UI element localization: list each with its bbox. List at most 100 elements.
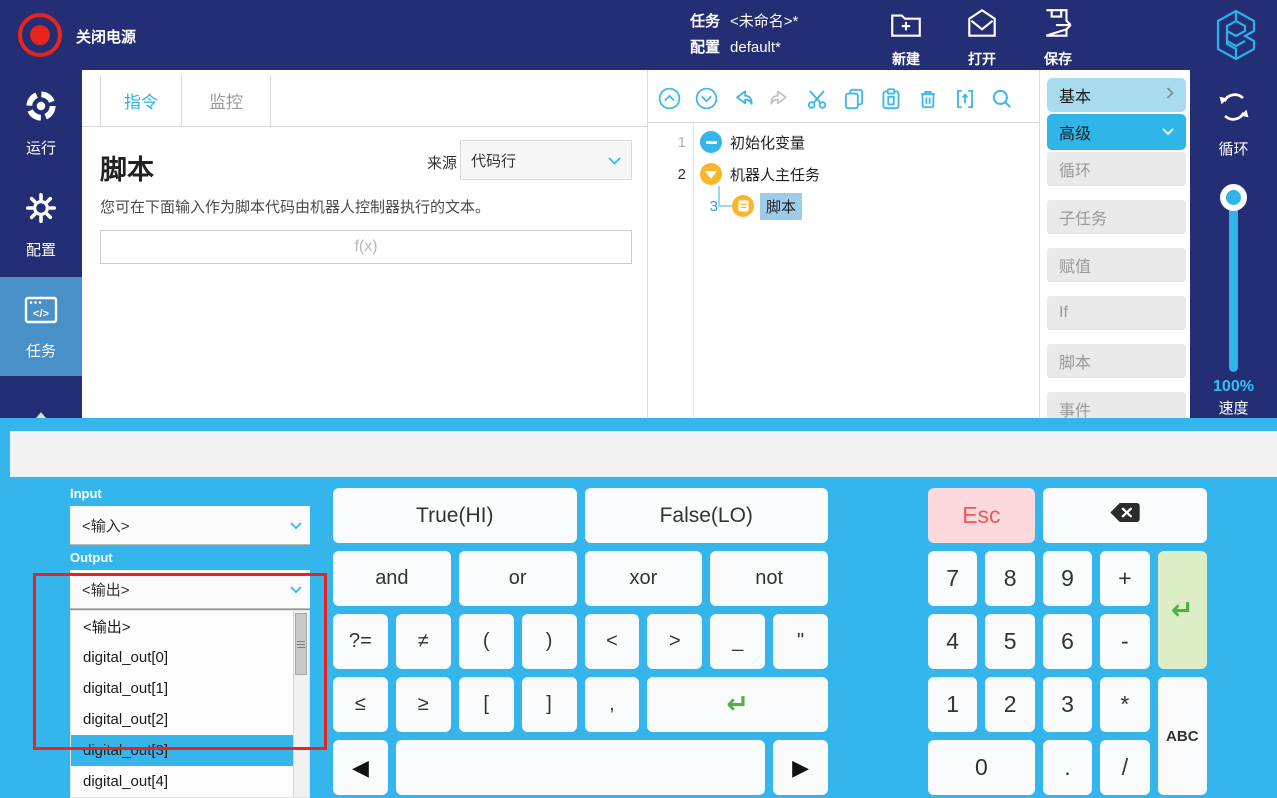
task-label: 任务 [690,13,721,30]
key-not[interactable]: not [710,551,828,606]
key-5[interactable]: 5 [985,614,1035,669]
output-select[interactable]: <输出> [70,570,310,608]
new-task-button[interactable]: 新建 [888,6,924,69]
command-item-assign[interactable]: 赋值 [1047,248,1186,282]
list-scrollbar[interactable] [293,611,309,797]
paste-icon[interactable] [877,85,905,113]
power-button[interactable] [18,13,62,57]
key-underscore[interactable]: _ [710,614,766,669]
tab-instruction[interactable]: 指令 [100,75,182,126]
save-task-button[interactable]: 保存 [1040,6,1076,69]
script-description: 您可在下面输入作为脚本代码由机器人控制器执行的文本。 [100,199,491,216]
key-rbracket[interactable]: ] [521,677,577,732]
key-6[interactable]: 6 [1042,614,1093,669]
chevron-down-icon [608,152,621,169]
command-item-if[interactable]: If [1047,296,1186,330]
tree-row-main-task[interactable]: 2 机器人主任务 [648,158,820,190]
command-item-subtask[interactable]: 子任务 [1047,200,1186,234]
code-window-icon: </> [22,293,60,331]
gear-icon [23,190,59,230]
key-lbracket[interactable]: [ [458,677,514,732]
key-cursor-left[interactable]: ◀ [333,740,388,795]
tree-row-init-vars[interactable]: 1 初始化变量 [648,126,805,158]
input-select[interactable]: <输入> [70,506,310,544]
new-task-label: 新建 [892,51,920,67]
key-8[interactable]: 8 [985,551,1035,606]
key-lparen[interactable]: ( [458,614,514,669]
search-icon[interactable] [988,85,1016,113]
speed-slider-thumb[interactable] [1220,184,1247,211]
key-0[interactable]: 0 [928,740,1035,795]
key-dot[interactable]: . [1042,740,1093,795]
key-star[interactable]: * [1100,677,1150,732]
output-option[interactable]: digital_out[1] [71,673,309,704]
delete-icon[interactable] [914,85,942,113]
key-1[interactable]: 1 [928,677,978,732]
tree-row-label: 初始化变量 [730,134,806,152]
tab-monitor[interactable]: 监控 [182,75,271,126]
move-up-icon[interactable] [655,85,683,113]
open-task-button[interactable]: 打开 [964,6,1000,69]
app-screen: 关闭电源 任务 <未命名>* 配置 default* 新建 打开 保存 运行 配… [0,0,1277,798]
key-or[interactable]: or [458,551,577,606]
output-option[interactable]: digital_out[0] [71,642,309,673]
key-assign[interactable]: ?= [333,614,388,669]
scrollbar-thumb[interactable] [295,613,307,675]
source-select[interactable]: 代码行 [460,140,632,180]
sidebar-item-run[interactable]: 运行 [0,73,82,172]
key-cursor-right[interactable]: ▶ [773,740,828,795]
command-group-basic[interactable]: 基本 [1047,78,1186,112]
output-option[interactable]: digital_out[2] [71,704,309,735]
sidebar-task-label: 任务 [25,342,56,360]
replace-icon[interactable] [951,85,979,113]
key-3[interactable]: 3 [1042,677,1093,732]
key-2[interactable]: 2 [985,677,1035,732]
key-not-equal[interactable]: ≠ [395,614,451,669]
key-quote[interactable]: " [773,614,828,669]
key-enter[interactable]: ↵ [647,677,828,732]
key-greater-equal[interactable]: ≥ [395,677,451,732]
key-and[interactable]: and [333,551,451,606]
key-minus[interactable]: - [1100,614,1150,669]
key-comma[interactable]: , [584,677,640,732]
tree-row-script[interactable]: 3 脚本 [680,190,803,222]
keyboard-display-input[interactable] [10,431,1277,477]
key-greater-than[interactable]: > [647,614,703,669]
key-numpad-enter[interactable]: ↵ [1157,551,1207,669]
key-false-lo[interactable]: False(LO) [584,488,828,543]
copy-icon[interactable] [840,85,868,113]
output-option[interactable]: digital_out[4] [71,766,309,797]
key-less-than[interactable]: < [584,614,640,669]
key-7[interactable]: 7 [928,551,978,606]
key-backspace[interactable] [1042,488,1207,543]
key-space[interactable] [395,740,766,795]
undo-icon[interactable] [729,85,757,113]
chevron-down-icon [1162,123,1174,141]
save-icon [1040,6,1076,47]
key-slash[interactable]: / [1100,740,1150,795]
loop-icon [1213,86,1255,132]
command-item-script[interactable]: 脚本 [1047,344,1186,378]
key-rparen[interactable]: ) [521,614,577,669]
output-option-highlighted[interactable]: digital_out[3] [71,735,309,766]
key-4[interactable]: 4 [928,614,978,669]
key-escape[interactable]: Esc [928,488,1035,543]
move-down-icon[interactable] [692,85,720,113]
key-abc-mode[interactable]: ABC [1157,677,1207,795]
output-option[interactable]: <输出> [71,611,309,642]
command-group-advanced[interactable]: 高级 [1047,114,1186,150]
redo-icon[interactable] [766,85,794,113]
cut-icon[interactable] [803,85,831,113]
sidebar-item-task[interactable]: </> 任务 [0,277,82,376]
sidebar-item-config[interactable]: 配置 [0,175,82,274]
speed-slider-track[interactable] [1229,192,1238,372]
chevron-right-icon [1166,86,1174,104]
loop-mode-button[interactable]: 循环 [1190,86,1277,159]
key-plus[interactable]: + [1100,551,1150,606]
key-less-equal[interactable]: ≤ [333,677,388,732]
expression-input[interactable] [100,230,632,264]
key-xor[interactable]: xor [584,551,703,606]
key-true-hi[interactable]: True(HI) [333,488,577,543]
key-9[interactable]: 9 [1042,551,1093,606]
command-item-loop[interactable]: 循环 [1047,152,1186,186]
